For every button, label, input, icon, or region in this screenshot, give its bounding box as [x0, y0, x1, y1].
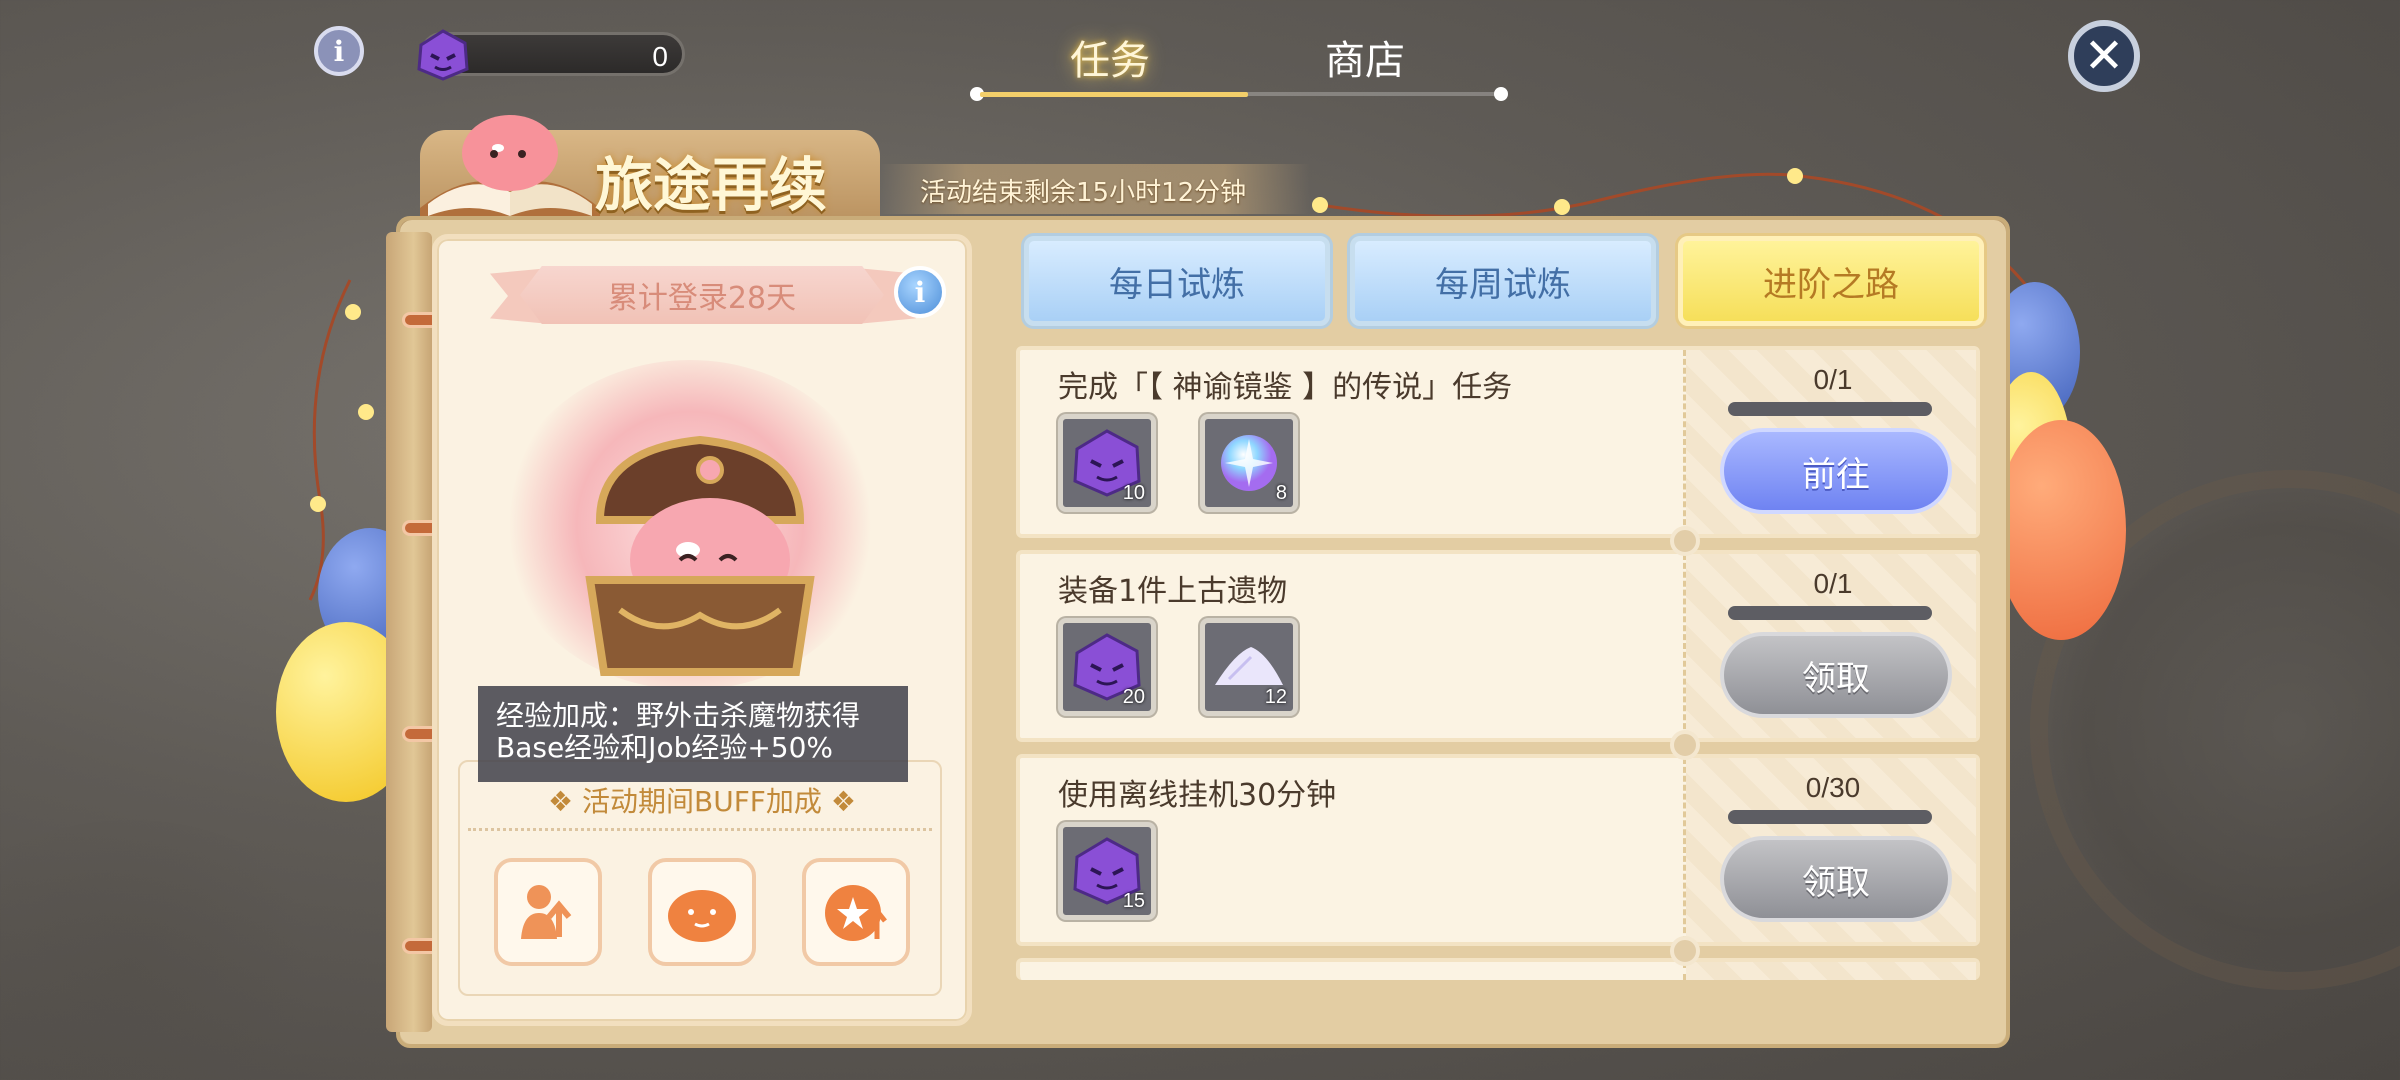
claim-button[interactable]: 领取 [1720, 836, 1952, 922]
poring-icon[interactable] [648, 858, 756, 966]
divider-knot [1670, 526, 1700, 556]
powder-pile-icon[interactable]: 12 [1200, 618, 1298, 716]
buff-divider [468, 828, 932, 831]
book-spine [386, 232, 432, 1032]
buff-title: ❖ 活动期间BUFF加成 ❖ [548, 785, 856, 818]
tab-shop[interactable]: 商店 [1325, 28, 1405, 86]
purple-poring-gem-icon[interactable]: 15 [1058, 822, 1156, 920]
reward-count: 15 [1122, 890, 1145, 912]
currency-counter: 0 [417, 29, 685, 81]
purple-poring-gem-icon[interactable]: 10 [1058, 414, 1156, 512]
task-progress: 0/30 [1805, 772, 1861, 803]
divider-knot [1670, 936, 1700, 966]
reward-count: 8 [1275, 482, 1287, 504]
crystal-orb-icon[interactable]: 8 [1200, 414, 1298, 512]
task-title: 使用离线挂机30分钟 [1058, 778, 1337, 813]
task-row: 装备1件上古遗物 20 12 0/1 领取 [1016, 550, 1980, 742]
treasure-chest-icon[interactable] [560, 410, 840, 690]
book-poring-icon [420, 115, 600, 220]
progress-bar [1728, 402, 1932, 416]
task-progress: 0/1 [1813, 364, 1853, 395]
tab-task[interactable]: 任务 [1070, 28, 1150, 86]
login-info-button[interactable]: i [894, 266, 946, 318]
task-title: 完成「【 神谕镜鉴 】的传说」任务 [1058, 370, 1513, 405]
claim-button[interactable]: 领取 [1720, 632, 1952, 718]
task-title: 装备1件上古遗物 [1058, 574, 1288, 609]
background-stone [0, 820, 340, 1080]
reward-count: 10 [1122, 482, 1145, 504]
task-row: 使用离线挂机30分钟 15 0/30 领取 [1016, 754, 1980, 946]
exp-up-icon[interactable] [494, 858, 602, 966]
event-title: 旅途再续 [595, 151, 828, 219]
job-up-icon[interactable] [802, 858, 910, 966]
event-time-left: 活动结束剩余15小时12分钟 [920, 178, 1247, 208]
info-button[interactable]: i [314, 26, 364, 76]
task-progress: 0/1 [1813, 568, 1853, 599]
buff-tooltip: 经验加成：野外击杀魔物获得 Base经验和Job经验+50% [478, 686, 908, 782]
tooltip-line-1: 经验加成：野外击杀魔物获得 [496, 699, 861, 732]
task-row: 完成「【 神谕镜鉴 】的传说」任务 10 8 0/1 前往 [1016, 346, 1980, 538]
close-button[interactable]: ✕ [2068, 20, 2140, 92]
tooltip-line-2: Base经验和Job经验+50% [496, 731, 834, 764]
currency-value: 0 [652, 41, 668, 72]
reward-count: 20 [1122, 686, 1145, 708]
tab-daily-trial[interactable]: 每日试炼 [1024, 236, 1330, 326]
main-tabs: 任务 商店 [970, 20, 1508, 101]
tab-indicator [970, 87, 1508, 101]
purple-poring-gem-icon[interactable]: 20 [1058, 618, 1156, 716]
reward-count: 12 [1264, 686, 1287, 708]
purple-poring-gem-icon [417, 29, 469, 81]
tab-advancement-road[interactable]: 进阶之路 [1678, 236, 1984, 326]
tab-weekly-trial[interactable]: 每周试炼 [1350, 236, 1656, 326]
go-button[interactable]: 前往 [1720, 428, 1952, 514]
task-row-partial [1016, 958, 1980, 980]
progress-bar [1728, 810, 1932, 824]
divider-knot [1670, 730, 1700, 760]
progress-bar [1728, 606, 1932, 620]
login-days-ribbon: 累计登录28天 [520, 266, 884, 324]
balloon-orange-right [1996, 420, 2126, 640]
